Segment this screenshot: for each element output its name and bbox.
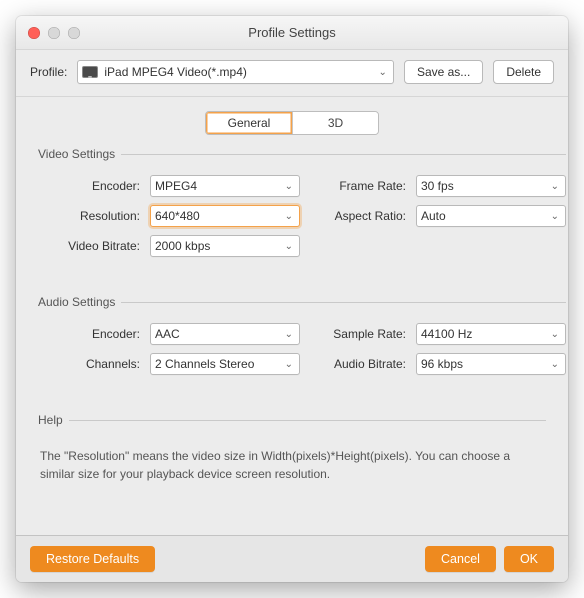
- chevron-down-icon: ⌄: [285, 329, 293, 340]
- tab-bar: General 3D: [38, 111, 546, 135]
- video-settings-group: Video Settings Encoder: MPEG4 ⌄ Frame Ra…: [38, 147, 566, 265]
- video-bitrate-value: 2000 kbps: [155, 239, 279, 253]
- sample-rate-select[interactable]: 44100 Hz ⌄: [416, 323, 566, 345]
- delete-button[interactable]: Delete: [493, 60, 554, 84]
- chevron-down-icon: ⌄: [379, 67, 387, 78]
- frame-rate-label: Frame Rate:: [310, 179, 406, 193]
- body: General 3D Video Settings Encoder: MPEG4…: [16, 97, 568, 535]
- chevron-down-icon: ⌄: [551, 211, 559, 222]
- tab-general[interactable]: General: [206, 112, 292, 134]
- resolution-value: 640*480: [155, 209, 279, 223]
- device-icon: [82, 66, 98, 78]
- profile-value: iPad MPEG4 Video(*.mp4): [104, 65, 372, 79]
- frame-rate-value: 30 fps: [421, 179, 545, 193]
- ok-button[interactable]: OK: [504, 546, 554, 572]
- save-as-button[interactable]: Save as...: [404, 60, 483, 84]
- toolbar: Profile: iPad MPEG4 Video(*.mp4) ⌄ Save …: [16, 50, 568, 97]
- cancel-button[interactable]: Cancel: [425, 546, 496, 572]
- chevron-down-icon: ⌄: [285, 211, 293, 222]
- footer: Restore Defaults Cancel OK: [16, 535, 568, 582]
- audio-bitrate-label: Audio Bitrate:: [310, 357, 406, 371]
- aspect-ratio-value: Auto: [421, 209, 545, 223]
- video-settings-legend: Video Settings: [38, 147, 121, 161]
- profile-label: Profile:: [30, 65, 67, 79]
- chevron-down-icon: ⌄: [285, 359, 293, 370]
- channels-value: 2 Channels Stereo: [155, 357, 279, 371]
- frame-rate-select[interactable]: 30 fps ⌄: [416, 175, 566, 197]
- profile-settings-window: Profile Settings Profile: iPad MPEG4 Vid…: [16, 16, 568, 582]
- tab-3d[interactable]: 3D: [292, 112, 378, 134]
- restore-defaults-button[interactable]: Restore Defaults: [30, 546, 155, 572]
- window-title: Profile Settings: [16, 25, 568, 40]
- video-bitrate-label: Video Bitrate:: [38, 239, 140, 253]
- chevron-down-icon: ⌄: [285, 181, 293, 192]
- audio-bitrate-select[interactable]: 96 kbps ⌄: [416, 353, 566, 375]
- audio-encoder-select[interactable]: AAC ⌄: [150, 323, 300, 345]
- chevron-down-icon: ⌄: [285, 241, 293, 252]
- audio-settings-legend: Audio Settings: [38, 295, 121, 309]
- titlebar: Profile Settings: [16, 16, 568, 50]
- sample-rate-value: 44100 Hz: [421, 327, 545, 341]
- sample-rate-label: Sample Rate:: [310, 327, 406, 341]
- channels-label: Channels:: [38, 357, 140, 371]
- resolution-label: Resolution:: [38, 209, 140, 223]
- chevron-down-icon: ⌄: [551, 329, 559, 340]
- audio-encoder-label: Encoder:: [38, 327, 140, 341]
- video-encoder-select[interactable]: MPEG4 ⌄: [150, 175, 300, 197]
- help-group: Help The "Resolution" means the video si…: [38, 413, 546, 493]
- audio-settings-group: Audio Settings Encoder: AAC ⌄ Sample Rat…: [38, 295, 566, 383]
- help-legend: Help: [38, 413, 69, 427]
- maximize-icon: [68, 27, 80, 39]
- audio-bitrate-value: 96 kbps: [421, 357, 545, 371]
- window-controls: [28, 27, 80, 39]
- video-encoder-value: MPEG4: [155, 179, 279, 193]
- aspect-ratio-select[interactable]: Auto ⌄: [416, 205, 566, 227]
- close-icon[interactable]: [28, 27, 40, 39]
- chevron-down-icon: ⌄: [551, 359, 559, 370]
- resolution-select[interactable]: 640*480 ⌄: [150, 205, 300, 227]
- channels-select[interactable]: 2 Channels Stereo ⌄: [150, 353, 300, 375]
- help-text: The "Resolution" means the video size in…: [38, 441, 546, 485]
- video-bitrate-select[interactable]: 2000 kbps ⌄: [150, 235, 300, 257]
- chevron-down-icon: ⌄: [551, 181, 559, 192]
- video-encoder-label: Encoder:: [38, 179, 140, 193]
- audio-encoder-value: AAC: [155, 327, 279, 341]
- aspect-ratio-label: Aspect Ratio:: [310, 209, 406, 223]
- minimize-icon: [48, 27, 60, 39]
- profile-select[interactable]: iPad MPEG4 Video(*.mp4) ⌄: [77, 60, 394, 84]
